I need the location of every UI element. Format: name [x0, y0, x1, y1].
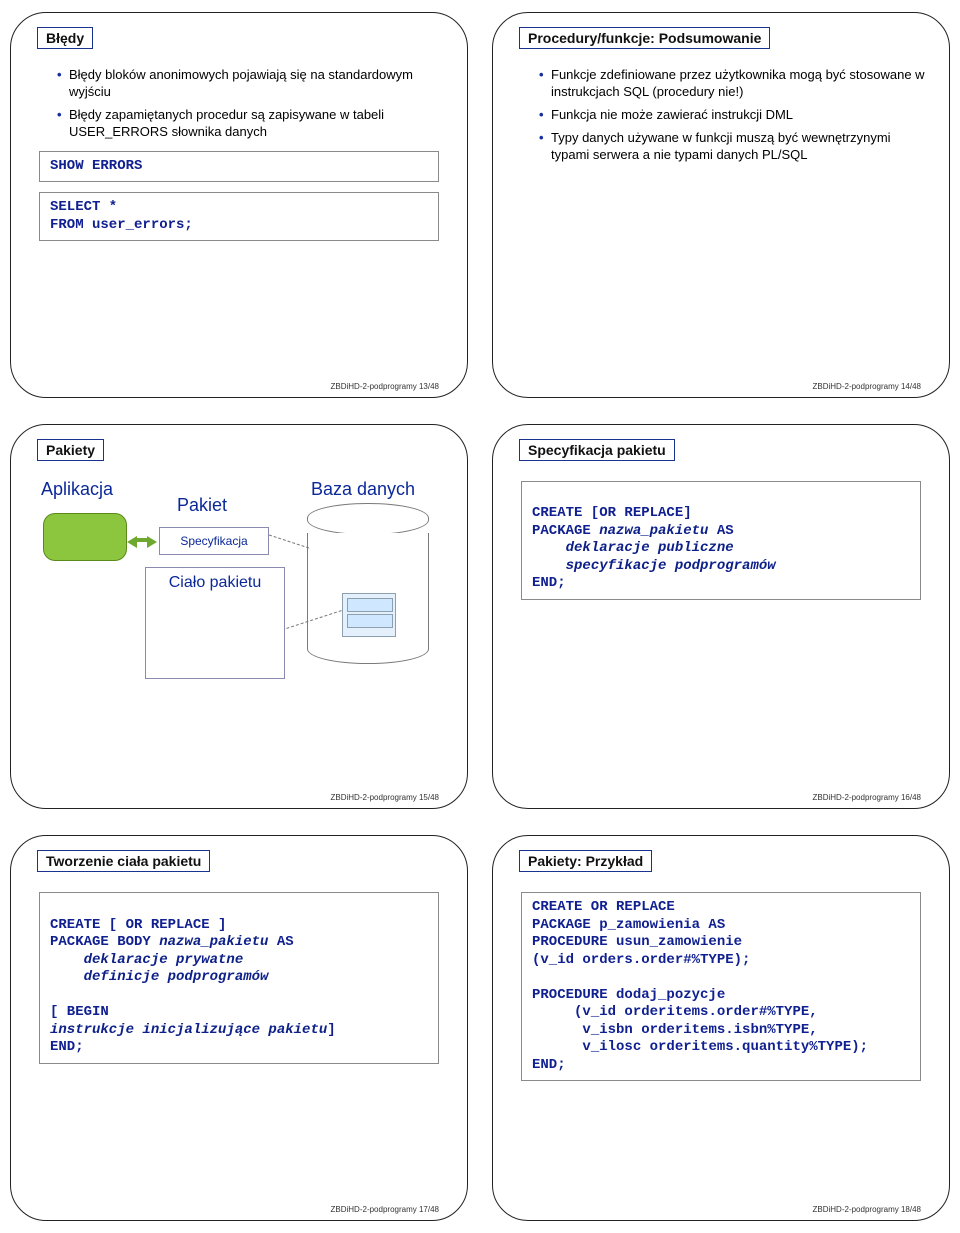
- body-box: Ciało pakietu: [145, 567, 285, 679]
- database-cylinder-icon: [307, 503, 427, 653]
- bullet: Typy danych używane w funkcji muszą być …: [539, 130, 929, 164]
- slide-footer: ZBDiHD-2-podprogramy 13/48: [327, 382, 444, 391]
- spec-box: Specyfikacja: [159, 527, 269, 555]
- slide-footer: ZBDiHD-2-podprogramy 18/48: [809, 1205, 926, 1214]
- slide-title: Specyfikacja pakietu: [519, 439, 675, 461]
- slide-footer: ZBDiHD-2-podprogramy 14/48: [809, 382, 926, 391]
- slide-15: Pakiety Aplikacja Baza danych Pakiet Spe…: [10, 424, 468, 810]
- diagram: Aplikacja Baza danych Pakiet Specyfikacj…: [31, 479, 447, 739]
- code-block: SHOW ERRORS: [39, 151, 439, 183]
- bullet-list: Funkcje zdefiniowane przez użytkownika m…: [539, 67, 929, 163]
- code-block: CREATE OR REPLACE PACKAGE p_zamowienia A…: [521, 892, 921, 1081]
- slide-18: Pakiety: Przykład CREATE OR REPLACE PACK…: [492, 835, 950, 1221]
- bullet: Funkcje zdefiniowane przez użytkownika m…: [539, 67, 929, 101]
- dashed-connector-icon: [269, 534, 309, 548]
- diagram-label-pakiet: Pakiet: [177, 495, 227, 516]
- slide-footer: ZBDiHD-2-podprogramy 17/48: [327, 1205, 444, 1214]
- slide-footer: ZBDiHD-2-podprogramy 16/48: [809, 793, 926, 802]
- double-arrow-icon: [127, 529, 157, 547]
- slide-title: Pakiety: Przykład: [519, 850, 652, 872]
- slide-16: Specyfikacja pakietu CREATE [OR REPLACE]…: [492, 424, 950, 810]
- bullet: Funkcja nie może zawierać instrukcji DML: [539, 107, 929, 124]
- slide-17: Tworzenie ciała pakietu CREATE [ OR REPL…: [10, 835, 468, 1221]
- bullet-list: Błędy bloków anonimowych pojawiają się n…: [57, 67, 447, 141]
- code-block: SELECT * FROM user_errors;: [39, 192, 439, 241]
- slide-14: Procedury/funkcje: Podsumowanie Funkcje …: [492, 12, 950, 398]
- diagram-label-db: Baza danych: [311, 479, 415, 500]
- slide-13: Błędy Błędy bloków anonimowych pojawiają…: [10, 12, 468, 398]
- app-box-icon: [43, 513, 127, 561]
- slide-title: Tworzenie ciała pakietu: [37, 850, 210, 872]
- bullet: Błędy bloków anonimowych pojawiają się n…: [57, 67, 447, 101]
- code-block: CREATE [ OR REPLACE ] PACKAGE BODY nazwa…: [39, 892, 439, 1064]
- diagram-label-app: Aplikacja: [41, 479, 113, 500]
- bullet: Błędy zapamiętanych procedur są zapisywa…: [57, 107, 447, 141]
- code-block: CREATE [OR REPLACE] PACKAGE nazwa_pakiet…: [521, 481, 921, 600]
- slide-title: Procedury/funkcje: Podsumowanie: [519, 27, 770, 49]
- slide-footer: ZBDiHD-2-podprogramy 15/48: [327, 793, 444, 802]
- slide-title: Pakiety: [37, 439, 104, 461]
- slide-title: Błędy: [37, 27, 93, 49]
